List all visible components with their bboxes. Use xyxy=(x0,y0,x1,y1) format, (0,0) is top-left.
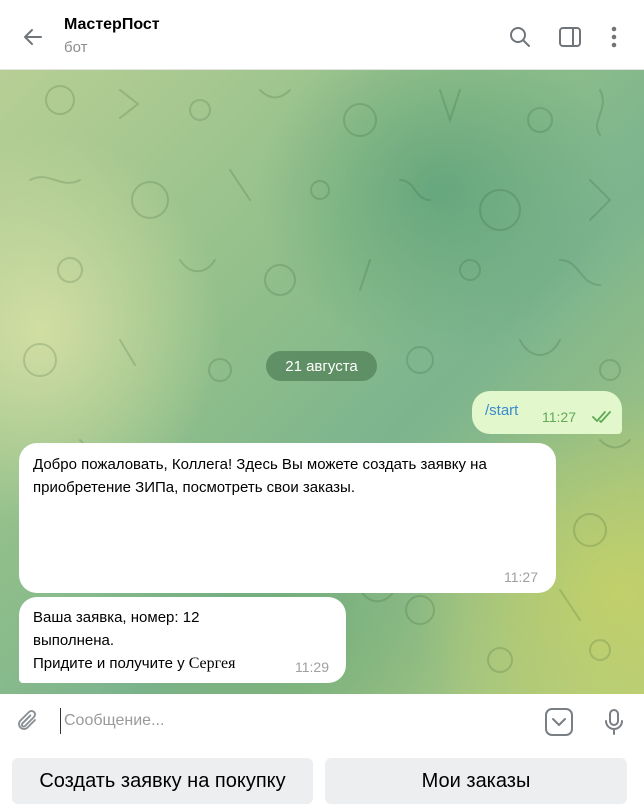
paperclip-icon xyxy=(18,710,36,730)
back-button[interactable] xyxy=(16,20,50,54)
message-text-line: Ваша заявка, номер: 12 xyxy=(33,609,200,626)
voice-button[interactable] xyxy=(598,706,630,738)
sidebar-toggle-button[interactable] xyxy=(553,20,587,54)
outgoing-message[interactable]: /start 11:27 xyxy=(472,391,622,434)
message-text-line: Добро пожаловать, Коллега! Здесь Вы може… xyxy=(33,456,487,473)
chat-messages-area[interactable]: 21 августа /start 11:27 Добро пожаловать… xyxy=(0,70,644,694)
search-icon xyxy=(510,27,530,47)
chat-header: МастерПост бот xyxy=(0,0,644,70)
message-text-line: выполнена. xyxy=(33,632,115,649)
more-button[interactable] xyxy=(597,20,631,54)
message-text-line: приобретение ЗИПа, посмотреть свои заказ… xyxy=(33,479,355,496)
message-text: Придите и получите у xyxy=(33,655,185,672)
double-check-icon xyxy=(592,411,611,423)
chat-subtitle: бот xyxy=(64,39,88,56)
message-composer xyxy=(0,694,644,748)
attach-button[interactable] xyxy=(12,706,44,738)
message-time: 11:27 xyxy=(542,409,576,425)
incoming-message[interactable]: Ваша заявка, номер: 12 выполнена. Придит… xyxy=(19,597,346,683)
sidebar-toggle-icon xyxy=(559,27,581,47)
bot-keyboard: Создать заявку на покупку Мои заказы xyxy=(0,748,644,812)
message-time: 11:29 xyxy=(295,659,329,675)
more-vertical-icon xyxy=(611,26,617,48)
signature: Сергея xyxy=(188,655,236,672)
chat-title[interactable]: МастерПост xyxy=(64,16,160,34)
search-button[interactable] xyxy=(503,20,537,54)
bot-keyboard-icon[interactable] xyxy=(544,707,574,737)
microphone-icon xyxy=(605,709,623,735)
command-link[interactable]: /start xyxy=(485,402,518,419)
create-request-button[interactable]: Создать заявку на покупку xyxy=(12,758,313,804)
message-time: 11:27 xyxy=(504,569,538,585)
my-orders-button[interactable]: Мои заказы xyxy=(325,758,627,804)
back-arrow-icon xyxy=(24,29,42,45)
message-input[interactable] xyxy=(60,708,520,734)
message-text-line: Придите и получите у Сергея xyxy=(33,652,235,675)
date-separator: 21 августа xyxy=(266,351,377,381)
incoming-message[interactable]: Добро пожаловать, Коллега! Здесь Вы може… xyxy=(19,443,556,593)
